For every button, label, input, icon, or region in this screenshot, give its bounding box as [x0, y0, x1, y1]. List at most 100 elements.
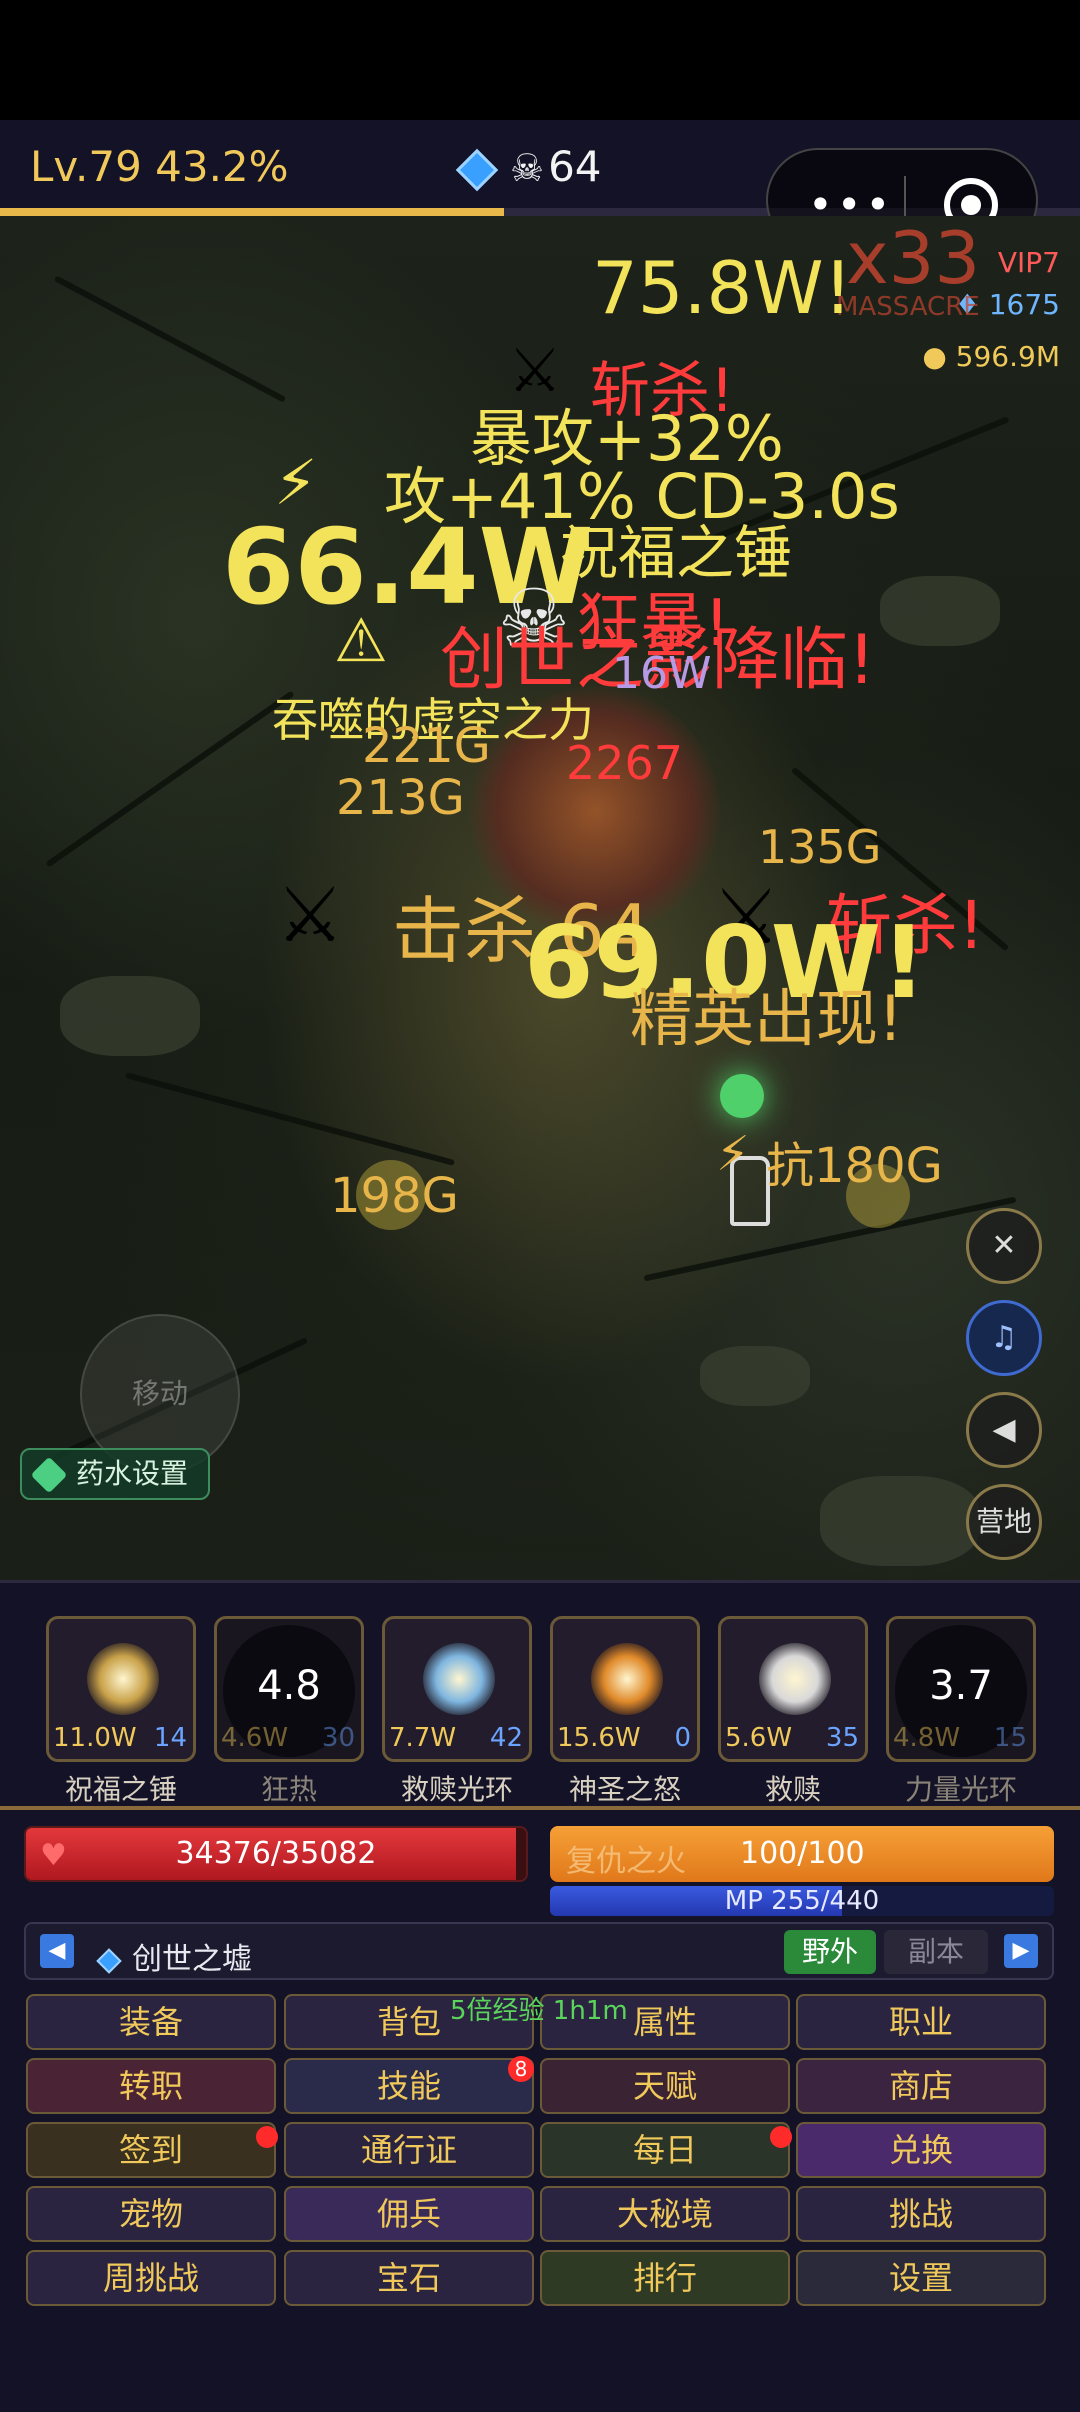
skill-level: 15	[993, 1723, 1027, 1753]
sound-toggle-button[interactable]: ◀	[966, 1392, 1042, 1468]
skill-damage: 5.6W	[725, 1723, 793, 1753]
rock	[820, 1476, 980, 1566]
mp-value: MP 255/440	[724, 1886, 880, 1916]
menu-button[interactable]: 佣兵	[284, 2186, 534, 2242]
combo-counter: x33	[846, 216, 981, 300]
skill-damage: 4.8W	[893, 1723, 961, 1753]
skill-slot[interactable]: 4.8 4.6W 30	[214, 1616, 364, 1762]
skill-icon	[591, 1643, 663, 1715]
menu-button[interactable]: 商店	[796, 2058, 1046, 2114]
music-icon: ♫	[990, 1320, 1018, 1355]
menu-button[interactable]: 宠物	[26, 2186, 276, 2242]
xp-bar-fill	[0, 208, 504, 216]
rock	[60, 976, 200, 1056]
coin-icon: ●	[922, 340, 956, 373]
rage-bar: 复仇之火 100/100	[550, 1826, 1054, 1882]
menu-button[interactable]: 大秘境	[540, 2186, 790, 2242]
skill-slot[interactable]: 11.0W 14	[46, 1616, 196, 1762]
skull-icon: ☠	[510, 146, 545, 190]
elite-appear-text: 精英出现!	[630, 982, 903, 1055]
cooldown-timer: 4.8	[257, 1663, 321, 1709]
menu-button[interactable]: 签到	[26, 2122, 276, 2178]
menu-button[interactable]: 宝石	[284, 2250, 534, 2306]
branch	[643, 1196, 1017, 1282]
heal-orb	[720, 1074, 764, 1118]
skill-damage: 15.6W	[557, 1723, 641, 1753]
menu-button[interactable]: 技能	[284, 2058, 534, 2114]
menu-button[interactable]: 兑换	[796, 2122, 1046, 2178]
skill-icon	[87, 1643, 159, 1715]
resist-text: 抗180G	[766, 1138, 943, 1194]
skill-badge: 8	[508, 2056, 534, 2082]
menu-button[interactable]: 职业	[796, 1994, 1046, 2050]
gold-text: 213G	[336, 770, 465, 826]
gold-text: 198G	[330, 1168, 459, 1224]
skill-slot[interactable]: 5.6W 35	[718, 1616, 868, 1762]
game-screen: { "status": {"level": "Lv.79 43.2%", "xp…	[0, 0, 1080, 2412]
menu-button[interactable]: 排行	[540, 2250, 790, 2306]
rage-label: 复仇之火	[566, 1844, 686, 1879]
skill-name: 救赎光环	[400, 1773, 513, 1806]
prev-map-button[interactable]: ◀	[40, 1934, 74, 1968]
menu-button[interactable]: 通行证	[284, 2122, 534, 2178]
rage-value: 100/100	[740, 1836, 865, 1871]
auto-battle-button[interactable]: ✕	[966, 1208, 1042, 1284]
level-progress: Lv.79 43.2%	[30, 142, 289, 191]
warning-icon: ⚠	[334, 606, 388, 676]
notification-dot	[770, 2126, 792, 2148]
skill-name: 力量光环	[904, 1773, 1017, 1806]
skill-slot[interactable]: 15.6W 0	[550, 1616, 700, 1762]
map-name: 创世之墟	[96, 1934, 252, 1978]
skill-name: 救赎	[764, 1773, 821, 1806]
next-map-button[interactable]: ▶	[1004, 1934, 1038, 1968]
hp-value: 34376/35082	[175, 1836, 377, 1871]
diamond-count: 1675	[988, 288, 1060, 321]
skill-slot[interactable]: 3.7 4.8W 15	[886, 1616, 1036, 1762]
gold-balance: ● 596.9M	[922, 340, 1060, 373]
rock	[880, 576, 1000, 646]
skill-level: 35	[825, 1723, 859, 1753]
speaker-icon: ◀	[992, 1412, 1016, 1447]
skill-damage: 4.6W	[221, 1723, 289, 1753]
camp-button[interactable]: 营地	[966, 1484, 1042, 1560]
mp-bar: MP 255/440	[550, 1886, 1054, 1916]
skill-level: 42	[489, 1723, 523, 1753]
menu-button[interactable]: 装备	[26, 1994, 276, 2050]
music-toggle-button[interactable]: ♫	[966, 1300, 1042, 1376]
map-name-text: 创世之墟	[132, 1942, 252, 1977]
skill-name: 狂热	[260, 1773, 317, 1806]
panel-divider	[0, 1806, 1080, 1810]
menu-button[interactable]: 每日	[540, 2122, 790, 2178]
menu-button[interactable]: 挑战	[796, 2186, 1046, 2242]
skill-level: 0	[674, 1723, 691, 1753]
skill-icon	[759, 1643, 831, 1715]
damage-text: 2267	[566, 736, 684, 790]
potion-settings-button[interactable]: 药水设置	[20, 1448, 210, 1500]
map-selector: ◀ 创世之墟 野外 副本 ▶	[24, 1922, 1054, 1980]
notification-dot	[256, 2126, 278, 2148]
branch	[53, 275, 287, 403]
menu-button[interactable]: 周挑战	[26, 2250, 276, 2306]
damage-text: 16W	[612, 648, 712, 699]
sword-icon: ⚔	[276, 870, 345, 959]
menu-button[interactable]: 天赋	[540, 2058, 790, 2114]
gold-count: 596.9M	[955, 340, 1060, 373]
menu-button[interactable]: 设置	[796, 2250, 1046, 2306]
skill-damage: 7.7W	[389, 1723, 457, 1753]
lightning-icon: ⚡	[716, 1126, 750, 1182]
crossed-swords-icon: ✕	[991, 1228, 1017, 1263]
skill-level: 14	[153, 1723, 187, 1753]
massacre-label: MASSACRE	[836, 292, 980, 322]
vip-level: VIP7	[997, 246, 1060, 279]
skill-name: 祝福之锤	[64, 1773, 177, 1806]
tab-field[interactable]: 野外	[784, 1930, 876, 1974]
tab-dungeon[interactable]: 副本	[884, 1930, 988, 1974]
menu-button[interactable]: 转职	[26, 2058, 276, 2114]
skill-slot[interactable]: 7.7W 42	[382, 1616, 532, 1762]
exp-bonus-timer: 5倍经验 1h1m	[450, 1996, 628, 2026]
kill-count: 64	[548, 142, 602, 191]
skill-level: 30	[321, 1723, 355, 1753]
diamond-icon	[455, 148, 499, 191]
hp-bar: ♥ 34376/35082	[24, 1826, 528, 1882]
cooldown-timer: 3.7	[929, 1663, 993, 1709]
